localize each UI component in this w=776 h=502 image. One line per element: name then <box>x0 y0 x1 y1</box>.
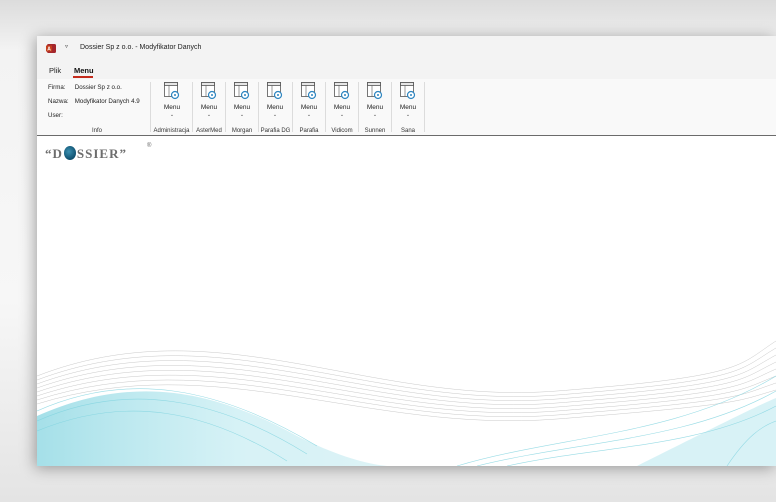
chevron-down-icon: ⌄ <box>272 112 278 118</box>
active-tab-indicator <box>73 76 93 78</box>
chevron-down-icon: ⌄ <box>306 112 312 118</box>
info-group: Firma: Dossier Sp z o.o. Nazwa: Modyfika… <box>37 79 147 135</box>
quick-access-dropdown-icon[interactable]: ▿ <box>65 43 68 50</box>
info-firma-row: Firma: Dossier Sp z o.o. <box>48 84 122 91</box>
ribbon-tabs: Plik Menu <box>37 62 776 79</box>
menu-button-vidicom[interactable]: Menu ⌄ <box>330 82 354 120</box>
group-label-astermed: AsterMed <box>196 128 222 134</box>
chevron-down-icon: ⌄ <box>206 112 212 118</box>
chevron-down-icon: ⌄ <box>372 112 378 118</box>
firma-value: Dossier Sp z o.o. <box>74 84 122 91</box>
info-nazwa-row: Nazwa: Modyfikator Danych 4.9 <box>48 98 140 105</box>
form-gear-icon <box>267 82 283 100</box>
ribbon: Firma: Dossier Sp z o.o. Nazwa: Modyfika… <box>37 79 776 136</box>
form-gear-icon <box>234 82 250 100</box>
group-label-administracja: Administracja <box>153 128 190 134</box>
globe-icon <box>63 146 76 160</box>
dossier-logo: “D SSIER” <box>45 146 127 162</box>
group-label-morgan: Morgan <box>231 128 253 134</box>
menu-button-sunnen[interactable]: Menu ⌄ <box>363 82 387 120</box>
user-label: User: <box>48 112 63 119</box>
info-group-label: Info <box>91 128 102 134</box>
title-bar: A ▿ Dossier Sp z o.o. - Modyfikator Dany… <box>37 36 776 62</box>
group-label-parafia: Parafia <box>299 128 319 134</box>
nazwa-value: Modyfikator Danych 4.9 <box>74 98 140 105</box>
form-gear-icon <box>400 82 416 100</box>
menu-button-label: Menu <box>266 104 284 111</box>
firma-label: Firma: <box>48 84 66 91</box>
chevron-down-icon: ⌄ <box>169 112 175 118</box>
info-user-row: User: <box>48 112 73 119</box>
ribbon-group-parafia-dg: Menu ⌄ Parafia DG <box>259 79 292 135</box>
main-content-area: “D SSIER” ® <box>37 136 776 466</box>
menu-button-label: Menu <box>300 104 318 111</box>
menu-button-astermed[interactable]: Menu ⌄ <box>197 82 221 120</box>
group-label-parafia-dg: Parafia DG <box>260 128 291 134</box>
window-title: Dossier Sp z o.o. - Modyfikator Danych <box>80 44 202 51</box>
menu-button-sana[interactable]: Menu ⌄ <box>396 82 420 120</box>
ribbon-separator <box>424 82 425 132</box>
access-app-icon[interactable]: A <box>46 44 56 53</box>
form-gear-icon <box>367 82 383 100</box>
group-label-vidicom: Vidicom <box>331 128 353 134</box>
menu-button-parafia-dg[interactable]: Menu ⌄ <box>263 82 287 120</box>
form-gear-icon <box>334 82 350 100</box>
menu-button-label: Menu <box>163 104 181 111</box>
ribbon-group-vidicom: Menu ⌄ Vidicom <box>326 79 358 135</box>
chevron-down-icon: ⌄ <box>339 112 345 118</box>
menu-button-administracja[interactable]: Menu ⌄ <box>160 82 184 120</box>
app-window: A ▿ Dossier Sp z o.o. - Modyfikator Dany… <box>37 36 776 466</box>
form-gear-icon <box>301 82 317 100</box>
ribbon-group-astermed: Menu ⌄ AsterMed <box>193 79 225 135</box>
menu-button-parafia[interactable]: Menu ⌄ <box>297 82 321 120</box>
group-label-sunnen: Sunnen <box>364 128 386 134</box>
wave-background <box>37 340 776 466</box>
menu-button-label: Menu <box>233 104 251 111</box>
registered-mark: ® <box>147 143 152 149</box>
chevron-down-icon: ⌄ <box>405 112 411 118</box>
tab-plik[interactable]: Plik <box>49 66 61 75</box>
ribbon-group-sunnen: Menu ⌄ Sunnen <box>359 79 391 135</box>
form-gear-icon <box>201 82 217 100</box>
form-gear-icon <box>164 82 180 100</box>
menu-button-label: Menu <box>399 104 417 111</box>
ribbon-group-sana: Menu ⌄ Sana <box>392 79 424 135</box>
svg-text:A: A <box>47 47 51 53</box>
tab-menu[interactable]: Menu <box>74 66 94 75</box>
menu-button-label: Menu <box>333 104 351 111</box>
ribbon-group-parafia: Menu ⌄ Parafia <box>293 79 325 135</box>
logo-text-right: SSIER” <box>76 146 127 161</box>
group-label-sana: Sana <box>400 128 415 134</box>
menu-button-label: Menu <box>366 104 384 111</box>
logo-text-left: “D <box>45 146 63 161</box>
nazwa-label: Nazwa: <box>48 98 69 105</box>
chevron-down-icon: ⌄ <box>239 112 245 118</box>
menu-button-morgan[interactable]: Menu ⌄ <box>230 82 254 120</box>
ribbon-group-administracja: Menu ⌄ Administracja <box>151 79 192 135</box>
ribbon-group-morgan: Menu ⌄ Morgan <box>226 79 258 135</box>
menu-button-label: Menu <box>200 104 218 111</box>
